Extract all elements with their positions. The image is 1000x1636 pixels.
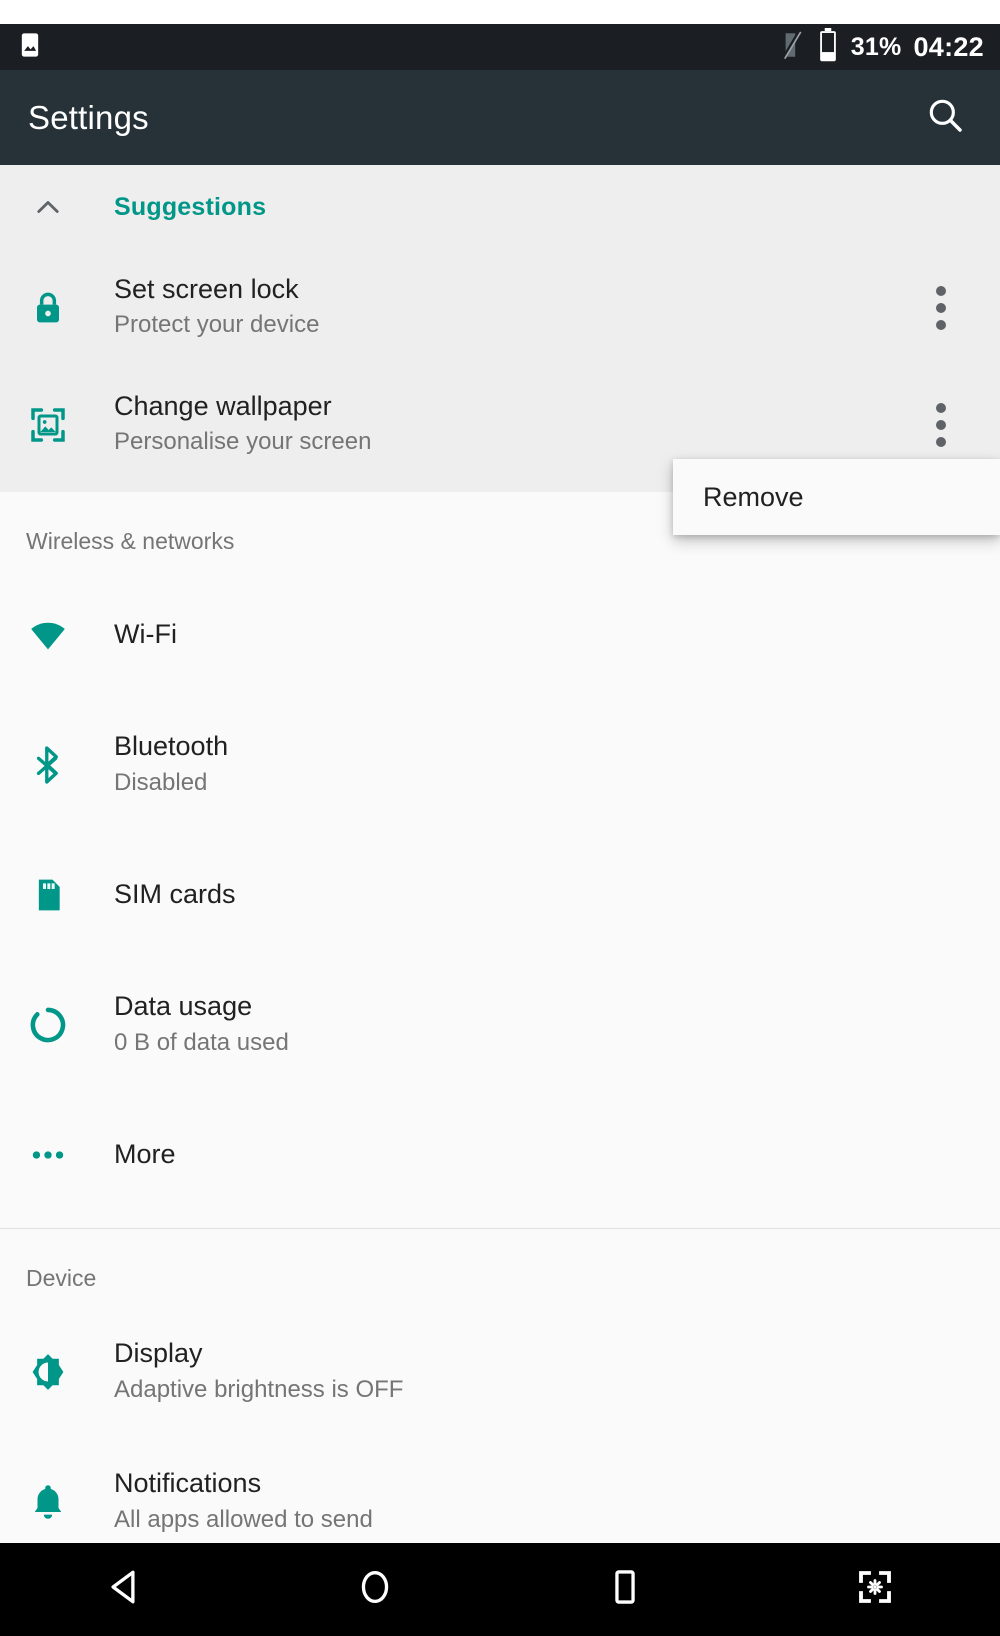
row-sublabel: All apps allowed to send xyxy=(114,1506,373,1534)
row-text-block: Data usage 0 B of data used xyxy=(114,990,289,1059)
overflow-popup-menu: Remove xyxy=(673,459,1000,535)
row-label: Data usage xyxy=(114,991,253,1022)
more-vert-icon-dot xyxy=(936,302,946,313)
more-horiz-icon xyxy=(26,1134,70,1176)
screenshot-icon xyxy=(855,1567,895,1612)
more-vert-icon-dot xyxy=(936,419,946,430)
nav-home-button[interactable] xyxy=(250,1543,500,1636)
suggestion-overflow-button[interactable] xyxy=(928,278,954,338)
wallpaper-icon xyxy=(26,405,70,445)
nav-back-button[interactable] xyxy=(0,1543,250,1636)
row-text-block: Display Adaptive brightness is OFF xyxy=(114,1337,403,1406)
settings-screen: 31% 04:22 Settings Suggestions Set scree… xyxy=(0,0,1000,1636)
search-button[interactable] xyxy=(918,91,972,145)
nav-recents-button[interactable] xyxy=(500,1543,750,1636)
page-title: Settings xyxy=(28,98,149,136)
brightness-icon xyxy=(26,1351,70,1393)
wifi-icon xyxy=(26,614,70,656)
row-sublabel: Adaptive brightness is OFF xyxy=(114,1376,404,1404)
row-sublabel: Disabled xyxy=(114,769,208,797)
action-bar: Settings xyxy=(0,70,1000,165)
row-label: Wi-Fi xyxy=(114,619,177,650)
navigation-bar xyxy=(0,1543,1000,1636)
suggestions-header[interactable]: Suggestions xyxy=(0,165,1000,249)
row-text-block: Notifications All apps allowed to send xyxy=(114,1467,373,1536)
suggestion-sublabel: Personalise your screen xyxy=(114,428,372,456)
settings-row-more[interactable]: More xyxy=(0,1090,1000,1220)
screen-top-edge xyxy=(0,0,1000,24)
section-header-device: Device xyxy=(26,1265,97,1291)
home-circle-icon xyxy=(354,1566,396,1613)
suggestion-sublabel: Protect your device xyxy=(114,311,320,339)
status-bar-clock: 04:22 xyxy=(913,31,984,62)
row-text-block: Wi-Fi xyxy=(114,618,177,652)
bluetooth-icon xyxy=(26,744,70,786)
image-icon xyxy=(16,31,44,64)
row-text-block: SIM cards xyxy=(114,878,236,912)
settings-row-sim-cards[interactable]: SIM cards xyxy=(0,830,1000,960)
nav-screenshot-button[interactable] xyxy=(750,1543,1000,1636)
suggestion-label: Change wallpaper xyxy=(114,391,332,422)
more-vert-icon-dot xyxy=(936,436,946,447)
status-bar: 31% 04:22 xyxy=(0,24,1000,70)
bell-icon xyxy=(26,1481,70,1523)
sim-card-icon xyxy=(26,875,70,915)
row-sublabel: 0 B of data used xyxy=(114,1029,289,1057)
lock-icon xyxy=(26,288,70,328)
suggestion-overflow-button[interactable] xyxy=(928,395,954,455)
row-label: More xyxy=(114,1139,176,1170)
signal-off-icon xyxy=(779,29,805,66)
battery-icon xyxy=(817,27,839,67)
row-label: Notifications xyxy=(114,1468,262,1499)
search-icon xyxy=(925,95,965,140)
suggestion-text-block: Set screen lock Protect your device xyxy=(114,273,319,341)
more-vert-icon-dot xyxy=(936,319,946,330)
status-bar-right-icons: 31% 04:22 xyxy=(779,27,984,67)
settings-row-bluetooth[interactable]: Bluetooth Disabled xyxy=(0,700,1000,830)
suggestions-section: Suggestions Set screen lock Protect your… xyxy=(0,165,1000,492)
recents-square-icon xyxy=(604,1566,646,1613)
row-text-block: More xyxy=(114,1138,176,1172)
row-label: SIM cards xyxy=(114,879,236,910)
more-vert-icon-dot xyxy=(936,285,946,296)
more-vert-icon-dot xyxy=(936,402,946,413)
popup-menu-item-remove[interactable]: Remove xyxy=(673,482,1000,513)
suggestions-title: Suggestions xyxy=(114,192,267,221)
battery-percent-label: 31% xyxy=(850,32,902,61)
suggestion-text-block: Change wallpaper Personalise your screen xyxy=(114,390,371,458)
suggestion-label: Set screen lock xyxy=(114,274,299,305)
suggestion-item-set-screen-lock[interactable]: Set screen lock Protect your device xyxy=(0,249,1000,366)
settings-row-display[interactable]: Display Adaptive brightness is OFF xyxy=(0,1307,1000,1437)
status-bar-left-icons xyxy=(16,31,44,64)
back-triangle-icon xyxy=(104,1566,146,1613)
row-label: Bluetooth xyxy=(114,731,229,762)
row-label: Display xyxy=(114,1338,203,1369)
settings-list: Wireless & networks Wi-Fi Bluetooth Disa… xyxy=(0,492,1000,1636)
settings-row-wifi[interactable]: Wi-Fi xyxy=(0,570,1000,700)
chevron-up-icon[interactable] xyxy=(26,190,70,224)
settings-row-data-usage[interactable]: Data usage 0 B of data used xyxy=(0,960,1000,1090)
row-text-block: Bluetooth Disabled xyxy=(114,730,228,799)
data-usage-icon xyxy=(26,1004,70,1046)
